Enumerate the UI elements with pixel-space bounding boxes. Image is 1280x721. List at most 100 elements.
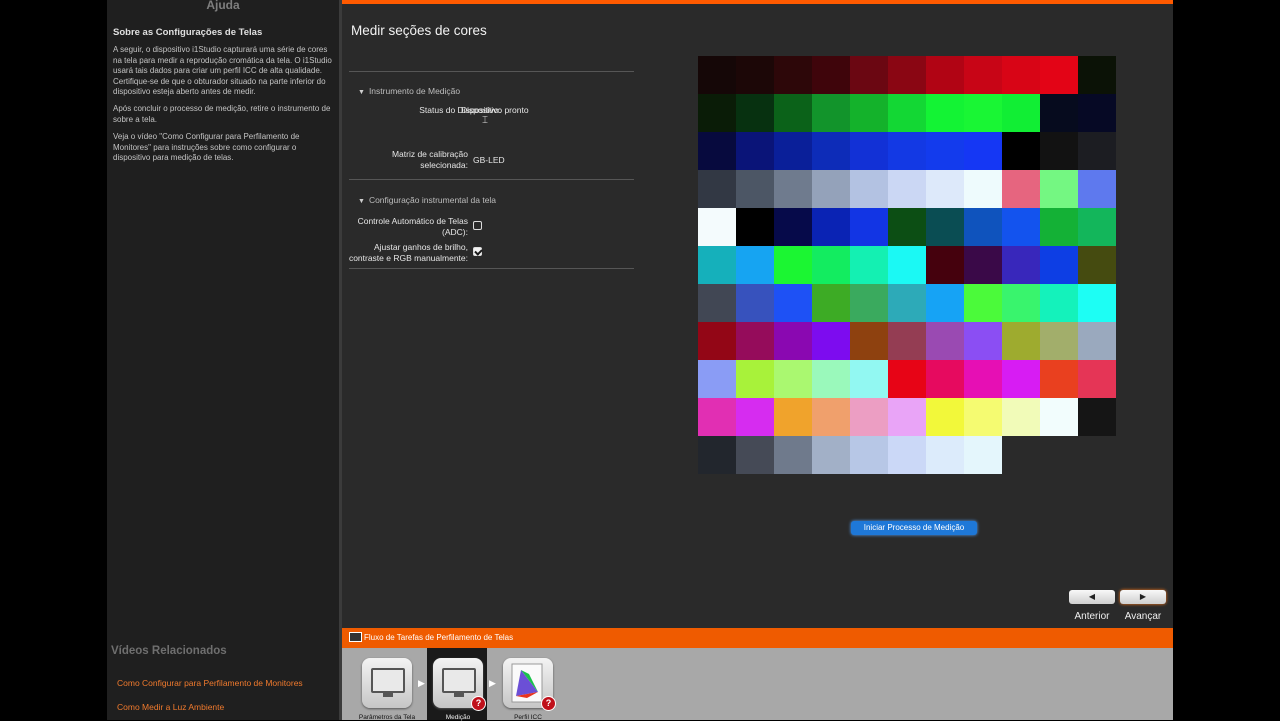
help-paragraph-2: Após concluir o processo de medição, ret… bbox=[113, 104, 331, 124]
color-patch bbox=[774, 322, 812, 360]
color-patch bbox=[964, 436, 1002, 474]
back-button[interactable]: ◀ bbox=[1069, 590, 1115, 604]
color-patch bbox=[1002, 94, 1040, 132]
color-patch bbox=[812, 436, 850, 474]
color-patch bbox=[736, 170, 774, 208]
color-patch bbox=[850, 94, 888, 132]
color-patch bbox=[1040, 246, 1078, 284]
color-patch bbox=[1040, 170, 1078, 208]
manual-adjust-checkbox[interactable] bbox=[473, 247, 482, 256]
color-patch bbox=[1002, 208, 1040, 246]
color-patch bbox=[736, 360, 774, 398]
next-label: Avançar bbox=[1124, 611, 1162, 622]
color-patch bbox=[926, 284, 964, 322]
adc-checkbox[interactable] bbox=[473, 221, 482, 230]
color-patch bbox=[1002, 360, 1040, 398]
color-patch bbox=[964, 170, 1002, 208]
calibration-matrix-label-line2: selecionada: bbox=[420, 159, 468, 170]
top-accent-bar bbox=[342, 0, 1173, 4]
color-patch bbox=[774, 208, 812, 246]
section-instrumental-config[interactable]: ▼ Configuração instrumental da tela bbox=[358, 195, 496, 205]
color-patch bbox=[1040, 56, 1078, 94]
color-patch bbox=[1002, 398, 1040, 436]
related-link-ambient-light[interactable]: Como Medir a Luz Ambiente bbox=[117, 702, 224, 712]
color-patch bbox=[964, 208, 1002, 246]
color-patch bbox=[736, 56, 774, 94]
step-display-parameters[interactable] bbox=[362, 658, 412, 708]
color-patch bbox=[888, 132, 926, 170]
color-patch bbox=[1040, 94, 1078, 132]
page-title: Medir seções de cores bbox=[351, 23, 487, 38]
calibration-matrix-value: GB-LED bbox=[473, 155, 505, 165]
disclosure-triangle-icon[interactable]: ▼ bbox=[358, 89, 365, 96]
color-patch bbox=[1040, 132, 1078, 170]
color-patch bbox=[698, 398, 736, 436]
monitor-brightness-icon bbox=[371, 668, 405, 697]
color-patch bbox=[774, 246, 812, 284]
workflow-header: Fluxo de Tarefas de Perfilamento de Tela… bbox=[342, 628, 1173, 648]
color-patch bbox=[850, 436, 888, 474]
color-patch-grid bbox=[698, 56, 1116, 474]
color-patch bbox=[850, 284, 888, 322]
color-patch bbox=[774, 56, 812, 94]
color-patch bbox=[812, 94, 850, 132]
help-paragraph-1: A seguir, o dispositivo i1Studio captura… bbox=[113, 45, 332, 96]
color-patch bbox=[1040, 398, 1078, 436]
color-patch bbox=[926, 208, 964, 246]
color-patch bbox=[774, 170, 812, 208]
color-patch bbox=[850, 208, 888, 246]
help-heading: Sobre as Configurações de Telas bbox=[113, 27, 263, 38]
color-patch bbox=[812, 246, 850, 284]
color-patch bbox=[964, 246, 1002, 284]
help-panel: Ajuda Sobre as Configurações de Telas A … bbox=[107, 0, 339, 720]
color-patch bbox=[1040, 208, 1078, 246]
disclosure-triangle-icon[interactable]: ▼ bbox=[358, 198, 365, 205]
color-patch bbox=[1078, 360, 1116, 398]
color-patch bbox=[888, 94, 926, 132]
color-patch bbox=[964, 132, 1002, 170]
color-patch bbox=[812, 208, 850, 246]
color-patch bbox=[698, 284, 736, 322]
color-patch bbox=[1040, 284, 1078, 322]
color-patch bbox=[888, 436, 926, 474]
start-measurement-button[interactable]: Iniciar Processo de Medição bbox=[851, 521, 977, 535]
question-badge-icon: ? bbox=[541, 696, 556, 711]
color-patch bbox=[1002, 246, 1040, 284]
color-patch bbox=[1078, 94, 1116, 132]
step-arrow-icon: ▶ bbox=[489, 678, 496, 688]
color-patch bbox=[736, 436, 774, 474]
section-label: Instrumento de Medição bbox=[368, 86, 461, 96]
color-patch bbox=[888, 284, 926, 322]
monitor-instrument-icon bbox=[442, 668, 476, 697]
step-icc-profile[interactable]: ? bbox=[503, 658, 556, 711]
adc-label-line1: Controle Automático de Telas bbox=[357, 216, 468, 226]
color-patch bbox=[774, 436, 812, 474]
color-patch bbox=[1078, 170, 1116, 208]
color-patch bbox=[926, 322, 964, 360]
color-patch bbox=[812, 56, 850, 94]
color-patch bbox=[736, 398, 774, 436]
color-patch bbox=[1002, 322, 1040, 360]
color-patch bbox=[964, 284, 1002, 322]
color-patch bbox=[736, 132, 774, 170]
step-measurement[interactable]: ? bbox=[433, 658, 486, 711]
device-status-value: Dispositivo pronto bbox=[461, 105, 529, 115]
color-patch bbox=[850, 56, 888, 94]
color-patch bbox=[1078, 322, 1116, 360]
section-measurement-instrument[interactable]: ▼ Instrumento de Medição bbox=[358, 86, 460, 96]
color-patch bbox=[698, 94, 736, 132]
color-patch bbox=[926, 436, 964, 474]
color-patch bbox=[888, 360, 926, 398]
color-patch bbox=[1078, 398, 1116, 436]
next-button[interactable]: ▶ bbox=[1120, 590, 1166, 604]
calibration-matrix-label-line1: Matriz de calibração bbox=[391, 149, 468, 159]
section-label: Configuração instrumental da tela bbox=[368, 195, 497, 205]
color-patch bbox=[1078, 208, 1116, 246]
arrow-right-icon: ▶ bbox=[1139, 592, 1147, 601]
color-patch bbox=[812, 284, 850, 322]
manual-adjust-label-line1: Ajustar ganhos de brilho, bbox=[373, 242, 468, 252]
color-patch bbox=[774, 284, 812, 322]
related-link-monitor-setup[interactable]: Como Configurar para Perfilamento de Mon… bbox=[117, 678, 303, 688]
color-patch bbox=[850, 246, 888, 284]
color-patch bbox=[926, 170, 964, 208]
